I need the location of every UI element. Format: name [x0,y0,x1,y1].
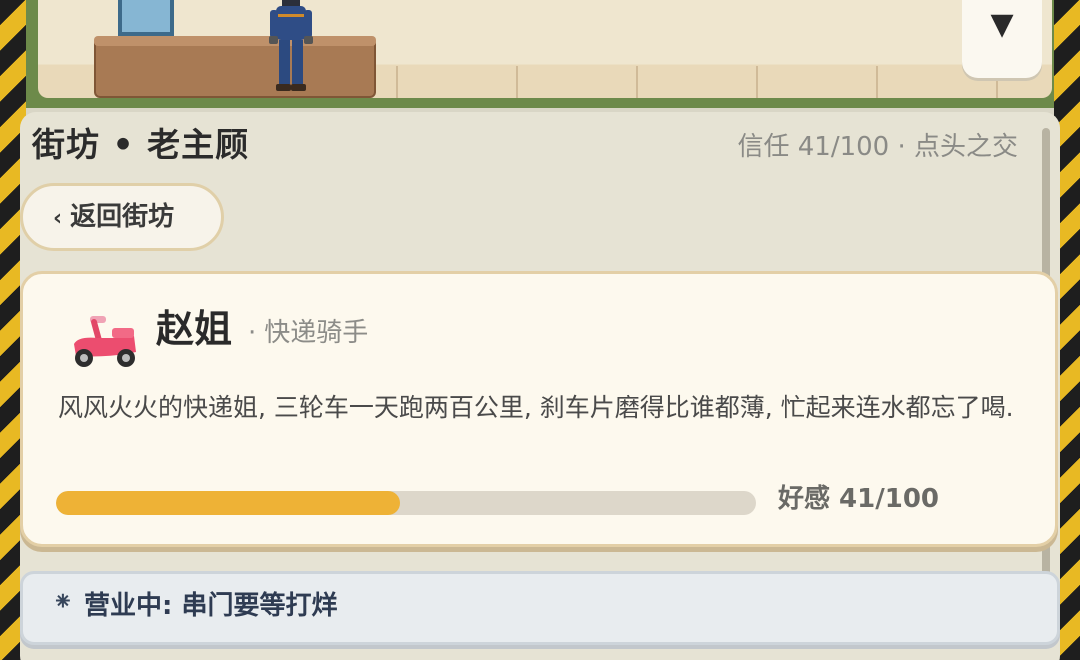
character-role: · 快递骑手 [248,312,368,349]
asterisk-icon: ⁕ [52,587,74,617]
shop-interior [38,0,1052,98]
role-text: 快递骑手 [264,318,369,348]
collapse-dropdown-button[interactable]: ▼ [962,0,1042,78]
trust-status: 信任 41/100 · 点头之交 [737,132,1018,162]
monitor-icon [118,0,174,36]
character-description: 风风火火的快递姐, 三轮车一天跑两百公里, 刹车片磨得比谁都薄, 忙起来连水都忘… [58,393,1014,422]
back-button-label: 返回街坊 [70,202,175,232]
affection-progress-bar [56,491,756,515]
page-title: 街坊 • 老主顾 [32,125,250,164]
shop-counter [94,38,376,98]
role-separator: · [248,318,257,348]
affection-progress-fill [56,491,401,515]
chevron-left-icon: ‹ [53,206,63,231]
game-scene [26,0,1054,108]
triangle-down-icon: ▼ [990,7,1014,42]
worker-character [269,0,313,91]
scooter-icon [74,316,136,367]
affection-label: 好感 41/100 [778,484,940,514]
back-to-neighborhood-button[interactable]: ‹ 返回街坊 [20,183,224,251]
counter-top [94,36,376,46]
character-name: 赵姐 [156,307,233,351]
business-status-text: 营业中: 串门要等打烊 [84,591,338,621]
